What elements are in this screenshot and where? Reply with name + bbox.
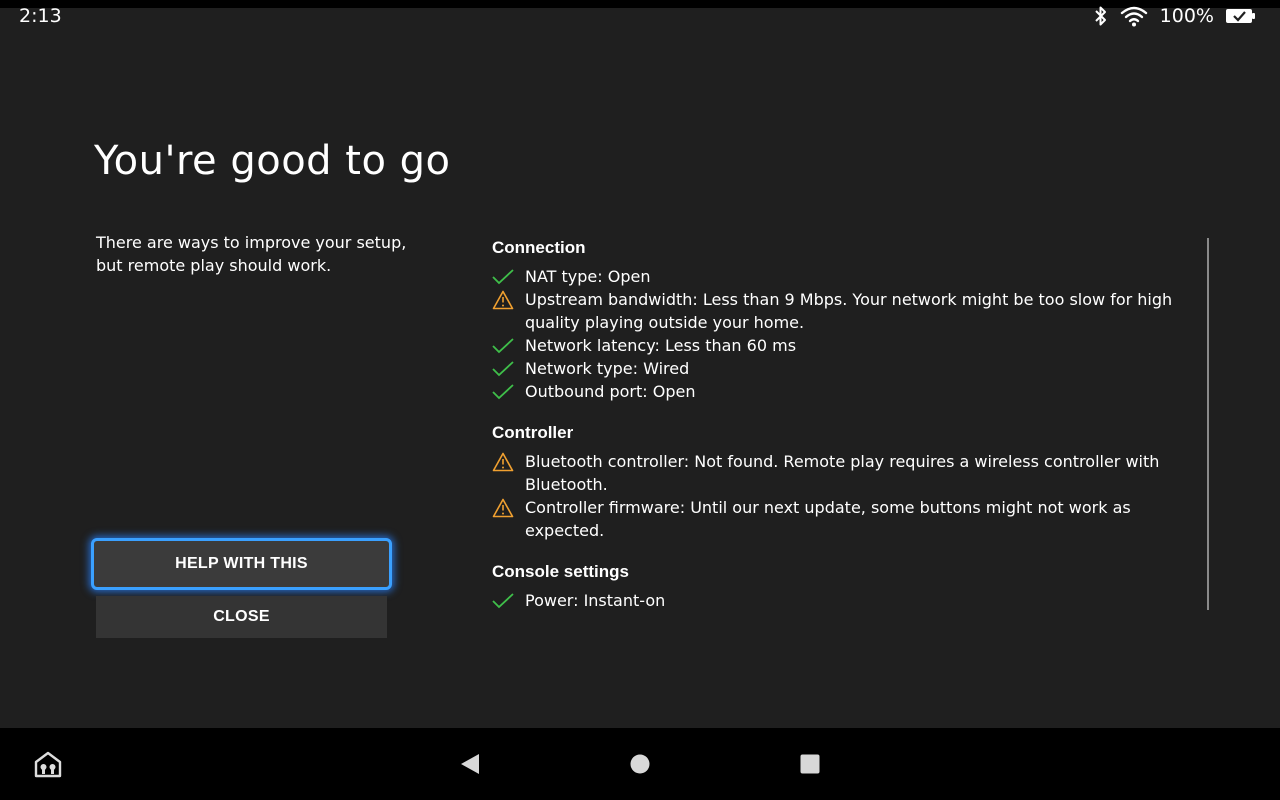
status-time: 2:13 [19,5,62,27]
page-title: You're good to go [94,138,451,184]
list-item: Network latency: Less than 60 ms [492,334,1182,357]
back-icon [461,754,479,774]
item-text: Power: Instant-on [525,591,666,610]
remote-play-check-screen: 2:13 100% You're good to go There are wa… [0,0,1280,800]
app-switch-icon [34,751,62,778]
recents-icon [800,754,820,774]
item-text: Network type: Wired [525,359,690,378]
recents-button[interactable] [784,728,836,800]
status-icons: 100% [1094,4,1256,28]
section-console-settings: Console settings Power: Instant-on [492,560,1182,612]
back-button[interactable] [444,728,496,800]
help-with-this-button[interactable]: HELP WITH THIS [91,538,392,590]
home-icon [630,754,650,774]
item-text: NAT type: Open [525,267,651,286]
list-item: Bluetooth controller: Not found. Remote … [492,450,1182,496]
warning-icon [492,290,514,310]
section-title: Controller [492,423,574,442]
list-item: Upstream bandwidth: Less than 9 Mbps. Yo… [492,288,1182,334]
list-item: NAT type: Open [492,265,1182,288]
item-text: Outbound port: Open [525,382,696,401]
section-title: Console settings [492,562,629,581]
status-bar: 2:13 100% [0,0,1280,32]
checkmark-icon [492,269,514,285]
bluetooth-icon [1094,5,1108,27]
checkmark-icon [492,593,514,609]
checkmark-icon [492,338,514,354]
item-text: Bluetooth controller: Not found. Remote … [525,452,1160,494]
checkmark-icon [492,361,514,377]
home-button[interactable] [614,728,666,800]
item-text: Upstream bandwidth: Less than 9 Mbps. Yo… [525,290,1173,332]
list-item: Controller firmware: Until our next upda… [492,496,1182,542]
item-text: Controller firmware: Until our next upda… [525,498,1131,540]
close-button[interactable]: CLOSE [96,596,387,638]
scrollbar[interactable] [1207,238,1209,610]
warning-icon [492,498,514,518]
check-results: Connection NAT type: Open Upstream bandw… [492,236,1182,630]
section-connection: Connection NAT type: Open Upstream bandw… [492,236,1182,403]
warning-icon [492,452,514,472]
section-controller: Controller Bluetooth controller: Not fou… [492,421,1182,542]
navigation-bar [0,728,1280,800]
battery-percent: 100% [1159,5,1214,27]
app-switch-button[interactable] [22,728,74,800]
description-text: There are ways to improve your setup, bu… [96,233,407,275]
battery-icon [1226,7,1256,25]
item-text: Network latency: Less than 60 ms [525,336,797,355]
list-item: Outbound port: Open [492,380,1182,403]
wifi-icon [1120,5,1148,27]
section-title: Connection [492,238,586,257]
list-item: Power: Instant-on [492,589,1182,612]
list-item: Network type: Wired [492,357,1182,380]
checkmark-icon [492,384,514,400]
